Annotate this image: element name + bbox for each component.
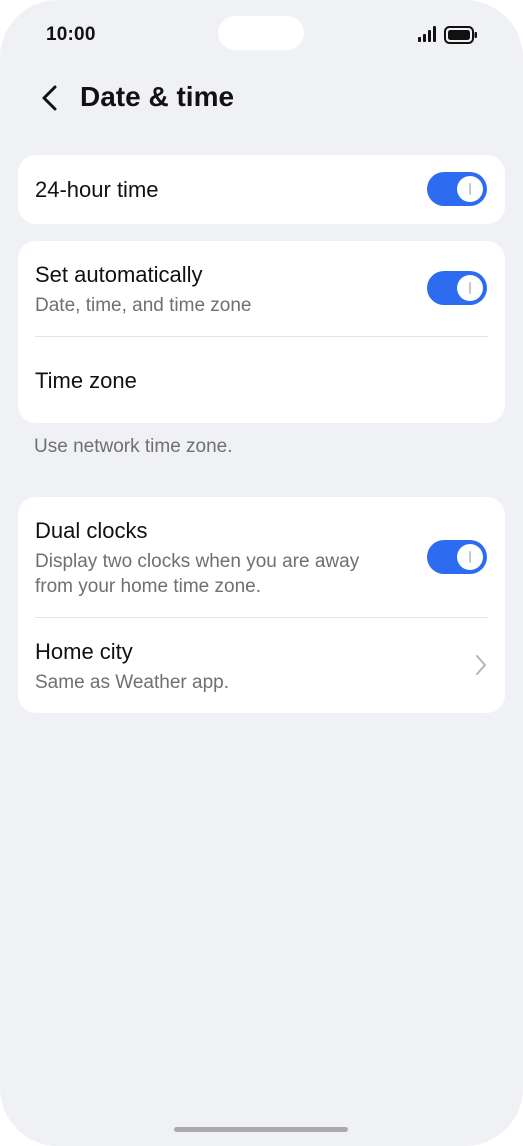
row-subtitle-home-city: Same as Weather app.	[35, 672, 229, 693]
status-time: 10:00	[46, 24, 96, 45]
home-indicator[interactable]	[174, 1127, 348, 1132]
card-dual-clocks: Dual clocks Display two clocks when you …	[18, 497, 505, 713]
chevron-right-icon	[476, 655, 486, 675]
row-title-time-zone[interactable]: Time zone	[35, 368, 137, 394]
row-title-dual-clocks: Dual clocks	[35, 518, 148, 543]
toggle-knob	[457, 176, 483, 202]
row-subtitle-set-automatically: Date, time, and time zone	[35, 295, 252, 316]
dynamic-island	[218, 16, 304, 50]
time-zone-note: Use network time zone.	[34, 436, 233, 457]
toggle-24-hour-time[interactable]	[427, 172, 487, 206]
signal-bars-icon	[418, 26, 436, 42]
row-subtitle-dual-clocks-line1: Display two clocks when you are away	[35, 551, 360, 572]
divider	[35, 617, 488, 618]
toggle-knob	[457, 544, 483, 570]
row-title-home-city: Home city	[35, 639, 133, 664]
row-title-24-hour-time: 24-hour time	[35, 177, 159, 202]
card-24-hour-time: 24-hour time	[18, 155, 505, 224]
battery-full-icon	[444, 26, 477, 44]
card-automatic-time: Set automatically Date, time, and time z…	[18, 241, 505, 423]
toggle-set-automatically[interactable]	[427, 271, 487, 305]
page-title: Date & time	[80, 81, 235, 112]
phone-screen: 10:00 Date & time 24-hour time Set autom…	[0, 0, 523, 1146]
row-subtitle-dual-clocks-line2: from your home time zone.	[35, 576, 261, 597]
row-title-set-automatically: Set automatically	[35, 262, 203, 287]
divider	[35, 336, 488, 337]
toggle-dual-clocks[interactable]	[427, 540, 487, 574]
chevron-left-icon[interactable]	[36, 82, 66, 114]
toggle-knob	[457, 275, 483, 301]
